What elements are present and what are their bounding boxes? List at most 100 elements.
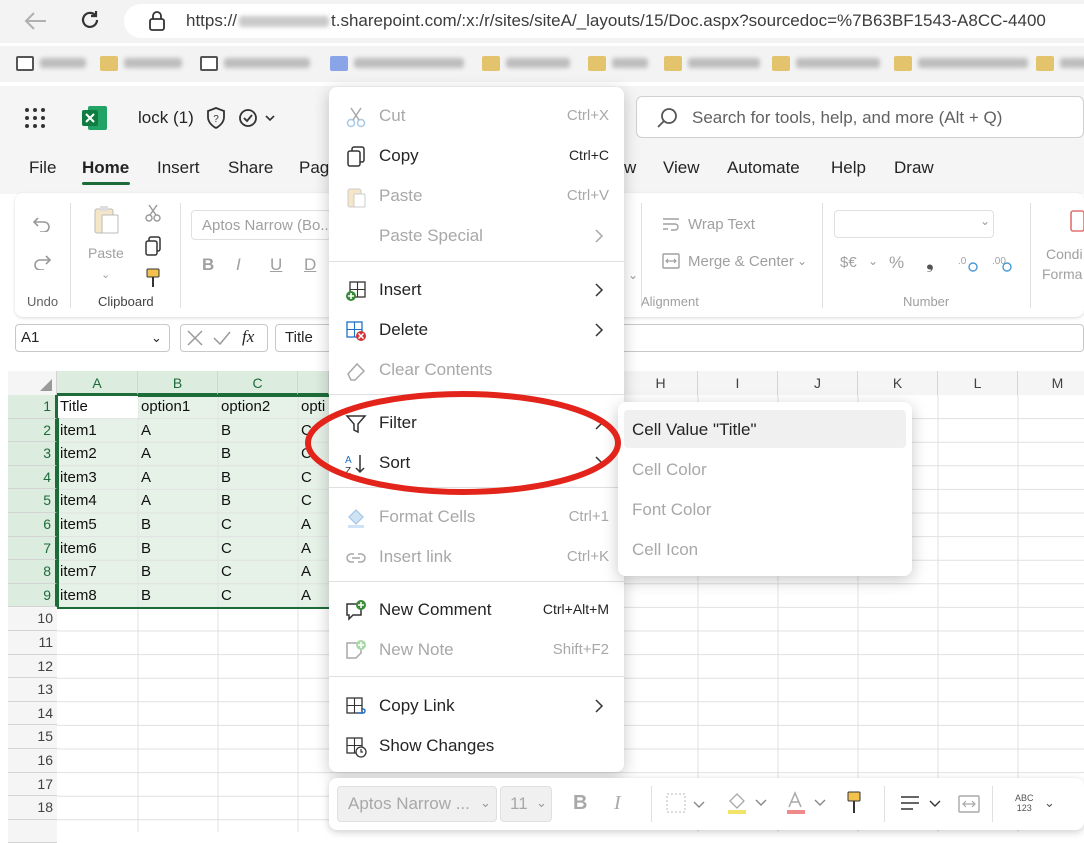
- copy-icon[interactable]: [144, 236, 162, 256]
- column-header-c[interactable]: C: [218, 371, 298, 395]
- cell-c5[interactable]: B: [218, 489, 298, 513]
- cell-a4[interactable]: item3: [57, 466, 138, 490]
- tab-share[interactable]: Share: [228, 158, 273, 178]
- column-header-a[interactable]: A: [57, 371, 138, 395]
- menu-item-copy-link[interactable]: Copy Link: [329, 688, 624, 724]
- cell-b3[interactable]: A: [138, 442, 218, 466]
- cell-c8[interactable]: C: [218, 560, 298, 584]
- column-header-b[interactable]: B: [138, 371, 218, 395]
- bookmark-item[interactable]: [588, 54, 648, 72]
- row-header-11[interactable]: 11: [8, 631, 57, 655]
- bookmark-item[interactable]: [664, 54, 760, 72]
- column-header-m[interactable]: M: [1018, 371, 1084, 395]
- cell-b1[interactable]: option1: [138, 395, 218, 419]
- cut-icon[interactable]: [144, 204, 162, 222]
- cell-a2[interactable]: item1: [57, 419, 138, 443]
- insert-function-button[interactable]: fx: [242, 327, 254, 347]
- column-header-i[interactable]: I: [698, 371, 778, 395]
- row-header-7[interactable]: 7: [8, 536, 57, 561]
- menu-item-cut[interactable]: Cut Ctrl+X: [329, 98, 624, 134]
- row-header-16[interactable]: 16: [8, 749, 57, 773]
- borders-icon[interactable]: [666, 793, 710, 815]
- column-header-l[interactable]: L: [938, 371, 1018, 395]
- row-header-4[interactable]: 4: [8, 465, 57, 490]
- column-header-d[interactable]: [298, 371, 329, 395]
- bookmark-item[interactable]: [330, 54, 464, 72]
- chevron-down-icon[interactable]: ⌄: [151, 330, 162, 346]
- bookmark-item[interactable]: [100, 54, 182, 72]
- cloud-sync-icon[interactable]: [238, 108, 278, 128]
- comma-style-button[interactable]: ❟: [926, 251, 934, 274]
- submenu-item-filter-by-cell-icon[interactable]: Cell Icon: [624, 530, 906, 568]
- cancel-icon[interactable]: [186, 329, 204, 347]
- increase-decimal-icon[interactable]: .0: [958, 254, 980, 272]
- merge-icon[interactable]: [958, 794, 980, 814]
- menu-item-sort[interactable]: AZ Sort: [329, 445, 624, 481]
- menu-item-new-comment[interactable]: New Comment Ctrl+Alt+M: [329, 592, 624, 628]
- wrap-text-button[interactable]: Wrap Text: [688, 216, 755, 233]
- conditional-formatting-icon[interactable]: [1070, 210, 1084, 232]
- row-header-9[interactable]: 9: [8, 583, 57, 608]
- underline-button[interactable]: U: [270, 255, 282, 275]
- tab-page-layout[interactable]: Pag: [299, 158, 329, 178]
- back-arrow-icon[interactable]: [22, 9, 48, 33]
- row-header-5[interactable]: 5: [8, 489, 57, 513]
- bookmark-item[interactable]: [16, 54, 86, 72]
- bookmark-item[interactable]: [894, 54, 1028, 72]
- merge-center-icon[interactable]: [662, 253, 680, 269]
- cell-d4[interactable]: C: [298, 466, 329, 490]
- cell-a5[interactable]: item4: [57, 489, 138, 513]
- chevron-down-icon[interactable]: ⌄: [1044, 795, 1055, 811]
- submenu-item-filter-by-cell-color[interactable]: Cell Color: [624, 450, 906, 488]
- tab-review[interactable]: w: [624, 158, 636, 178]
- merge-center-button[interactable]: Merge & Center: [688, 253, 794, 270]
- format-painter-icon[interactable]: [846, 791, 864, 815]
- row-header-14[interactable]: 14: [8, 701, 57, 726]
- menu-item-insert-link[interactable]: Insert link Ctrl+K: [329, 539, 624, 575]
- conditional-formatting-label-2[interactable]: Forma: [1042, 266, 1082, 282]
- number-format-button[interactable]: ABC 123: [1015, 793, 1034, 813]
- cell-d9[interactable]: A: [298, 584, 329, 608]
- bookmark-item[interactable]: [482, 54, 570, 72]
- tab-help[interactable]: Help: [831, 158, 866, 178]
- tab-automate[interactable]: Automate: [727, 158, 800, 178]
- menu-item-filter[interactable]: Filter: [329, 405, 624, 441]
- mini-italic-button[interactable]: I: [614, 792, 621, 815]
- redo-icon[interactable]: [32, 252, 52, 270]
- menu-item-new-note[interactable]: New Note Shift+F2: [329, 632, 624, 668]
- cell-a6[interactable]: item5: [57, 513, 138, 537]
- bookmark-item[interactable]: [772, 54, 880, 72]
- paste-dropdown-icon[interactable]: ⌄: [101, 268, 110, 281]
- row-header-8[interactable]: 8: [8, 560, 57, 584]
- bold-button[interactable]: B: [202, 255, 214, 275]
- fill-color-icon[interactable]: [726, 791, 770, 815]
- row-header-1[interactable]: 1: [8, 395, 57, 419]
- chevron-down-icon[interactable]: ⌄: [628, 268, 638, 282]
- row-header-19[interactable]: [8, 819, 57, 843]
- url-text[interactable]: https:// t.sharepoint.com/:x:/r/sites/sit…: [186, 11, 1046, 31]
- app-launcher-icon[interactable]: [24, 107, 46, 129]
- column-header-k[interactable]: K: [858, 371, 938, 395]
- tab-insert[interactable]: Insert: [157, 158, 200, 178]
- menu-item-paste[interactable]: Paste Ctrl+V: [329, 178, 624, 214]
- bookmark-item[interactable]: [1036, 54, 1084, 72]
- mini-bold-button[interactable]: B: [573, 792, 587, 815]
- check-icon[interactable]: [212, 329, 232, 347]
- number-format-select[interactable]: [834, 210, 994, 238]
- tab-draw[interactable]: Draw: [894, 158, 934, 178]
- submenu-item-filter-by-font-color[interactable]: Font Color: [624, 490, 906, 528]
- submenu-item-filter-by-cell-value[interactable]: Cell Value "Title": [624, 410, 906, 448]
- menu-item-clear-contents[interactable]: Clear Contents: [329, 352, 624, 388]
- row-header-13[interactable]: 13: [8, 678, 57, 702]
- cell-a9[interactable]: item8: [57, 584, 138, 608]
- conditional-formatting-label-1[interactable]: Condi: [1046, 246, 1083, 262]
- cell-d5[interactable]: C: [298, 489, 329, 513]
- cell-d7[interactable]: A: [298, 537, 329, 561]
- cell-c9[interactable]: C: [218, 584, 298, 608]
- cell-b4[interactable]: A: [138, 466, 218, 490]
- wrap-text-icon[interactable]: [662, 216, 680, 232]
- paste-label[interactable]: Paste: [88, 245, 124, 261]
- cell-c7[interactable]: C: [218, 537, 298, 561]
- menu-item-format-cells[interactable]: Format Cells Ctrl+1: [329, 499, 624, 535]
- row-header-18[interactable]: 18: [8, 796, 57, 820]
